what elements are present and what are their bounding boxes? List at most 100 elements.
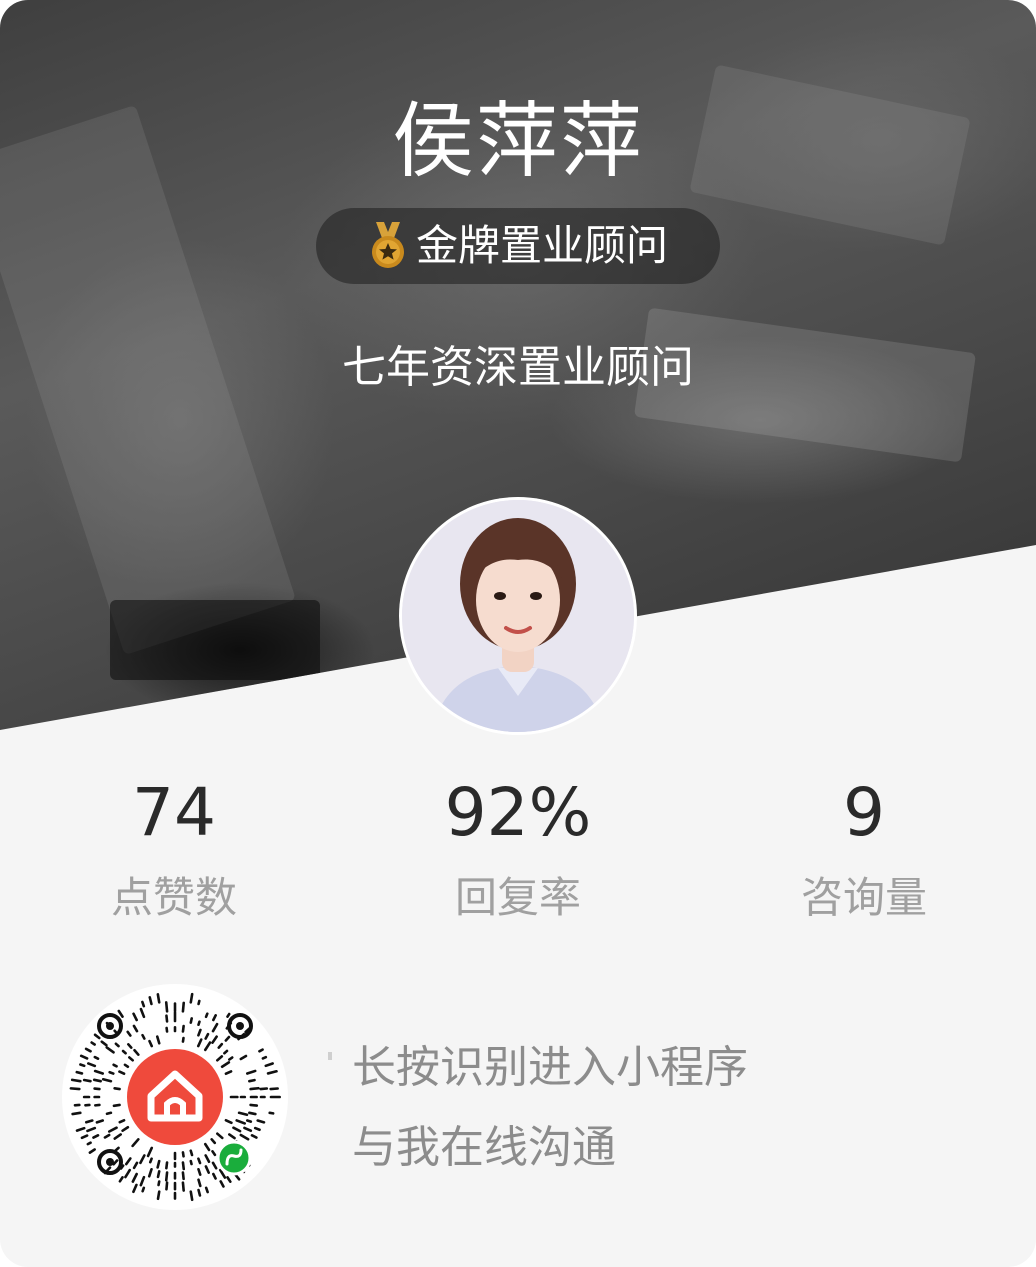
- qr-dash: [211, 1150, 217, 1157]
- qr-dash: [189, 1017, 194, 1024]
- qr-dash: [216, 1132, 224, 1140]
- qr-dash: [75, 1126, 86, 1132]
- stat-likes: 74 点赞数: [44, 770, 304, 926]
- qr-dash: [100, 1040, 108, 1047]
- qr-dash: [212, 1172, 217, 1180]
- qr-dash: [124, 1157, 132, 1166]
- qr-dash: [245, 1119, 253, 1123]
- mini-program-qr-code[interactable]: [62, 984, 288, 1210]
- qr-dash: [148, 1039, 154, 1048]
- stat-label: 点赞数: [110, 873, 237, 922]
- qr-dash: [156, 993, 161, 1004]
- qr-dash: [261, 1055, 268, 1060]
- qr-dash: [216, 1055, 224, 1062]
- qr-dash: [235, 1119, 247, 1125]
- qr-dash: [139, 1007, 146, 1019]
- qr-dash: [165, 1014, 169, 1023]
- qr-dash: [224, 1035, 231, 1042]
- qr-dash: [232, 1126, 242, 1133]
- qr-dash: [121, 1125, 130, 1132]
- qr-dash: [211, 1022, 219, 1033]
- qr-dash: [197, 1020, 201, 1027]
- qr-dash: [204, 1165, 210, 1174]
- qr-dash: [139, 1154, 146, 1165]
- mini-program-icon: [216, 1140, 252, 1176]
- qr-dash: [256, 1119, 266, 1124]
- qr-dash: [157, 1180, 161, 1187]
- qr-dash: [113, 1087, 121, 1091]
- qr-dash: [156, 1170, 161, 1179]
- qr-dash: [132, 1161, 139, 1170]
- qr-dash: [87, 1062, 97, 1068]
- qr-dash: [131, 1138, 140, 1148]
- qr-dash: [105, 1111, 113, 1116]
- qr-dash: [141, 1033, 146, 1040]
- qr-dash: [220, 1061, 231, 1069]
- qr-dash: [107, 1126, 118, 1133]
- qr-dash: [118, 1176, 124, 1183]
- qr-dash: [181, 1181, 185, 1192]
- stat-consultations: 9 咨询量: [734, 770, 994, 926]
- qr-dash: [92, 1078, 102, 1083]
- qr-dash: [266, 1069, 278, 1075]
- badge-label: 金牌置业顾问: [415, 221, 668, 270]
- qr-dash: [212, 1014, 217, 1022]
- qr-dash: [197, 1178, 202, 1188]
- qr-dash: [103, 1133, 111, 1139]
- agent-profile-card: 侯萍萍 金牌置业顾问 七年资深置业顾问 74 点赞数 92% 回复率 9 咨询量…: [0, 0, 1036, 1267]
- qr-dash: [253, 1126, 261, 1132]
- qr-dash: [123, 1063, 130, 1069]
- qr-dash: [224, 1070, 233, 1076]
- qr-dash: [133, 1048, 140, 1056]
- qr-dash: [181, 1161, 186, 1171]
- qr-dash: [93, 1033, 101, 1040]
- qr-dash: [139, 1175, 146, 1187]
- qr-dash: [204, 1032, 210, 1040]
- qr-dash: [165, 1161, 169, 1170]
- qr-finder-dot: [106, 1022, 114, 1030]
- qr-dash: [189, 1190, 194, 1202]
- qr-dash: [258, 1048, 264, 1053]
- qr-dash: [181, 1036, 185, 1043]
- qr-dash: [223, 1049, 229, 1055]
- qr-dash: [217, 1042, 224, 1049]
- qr-dash: [239, 1133, 250, 1141]
- medal-icon: [371, 222, 404, 268]
- qr-dash: [228, 1133, 236, 1140]
- agent-name: 侯萍萍: [391, 94, 644, 189]
- qr-dash: [95, 1119, 105, 1124]
- qr-dash: [108, 1070, 115, 1075]
- qr-dash: [156, 1190, 161, 1201]
- qr-dash: [132, 1183, 138, 1194]
- qr-dash: [121, 1049, 127, 1055]
- qr-dash: [112, 1159, 119, 1166]
- qr-dash: [70, 1078, 82, 1083]
- qr-dash: [248, 1111, 257, 1116]
- qr-dash: [84, 1119, 94, 1124]
- qr-dash: [84, 1047, 92, 1053]
- qr-dash: [189, 992, 194, 1004]
- qr-dash: [88, 1148, 96, 1154]
- qr-dash: [131, 1172, 138, 1183]
- qr-dash: [156, 1159, 161, 1169]
- qr-dash: [204, 1186, 209, 1194]
- qr-dash: [148, 1157, 153, 1164]
- qr-dash: [259, 1087, 269, 1091]
- stat-label: 回复率: [454, 873, 581, 922]
- qr-dash: [181, 1171, 185, 1181]
- qr-dash: [71, 1111, 82, 1116]
- qr-dash: [269, 1087, 279, 1091]
- qr-dash: [239, 1054, 248, 1061]
- stat-value: 9: [843, 774, 885, 851]
- qr-dash: [92, 1134, 100, 1139]
- qr-dash: [164, 1171, 169, 1182]
- qr-dash: [197, 1167, 202, 1176]
- qr-dash: [75, 1070, 84, 1075]
- agent-tagline: 七年资深置业顾问: [342, 342, 694, 393]
- qr-dash: [197, 1188, 202, 1197]
- qr-dash: [249, 1086, 260, 1091]
- qr-dash: [79, 1054, 89, 1060]
- qr-dash: [118, 1070, 126, 1076]
- qr-dash: [126, 1030, 132, 1037]
- qr-dash: [90, 1041, 96, 1046]
